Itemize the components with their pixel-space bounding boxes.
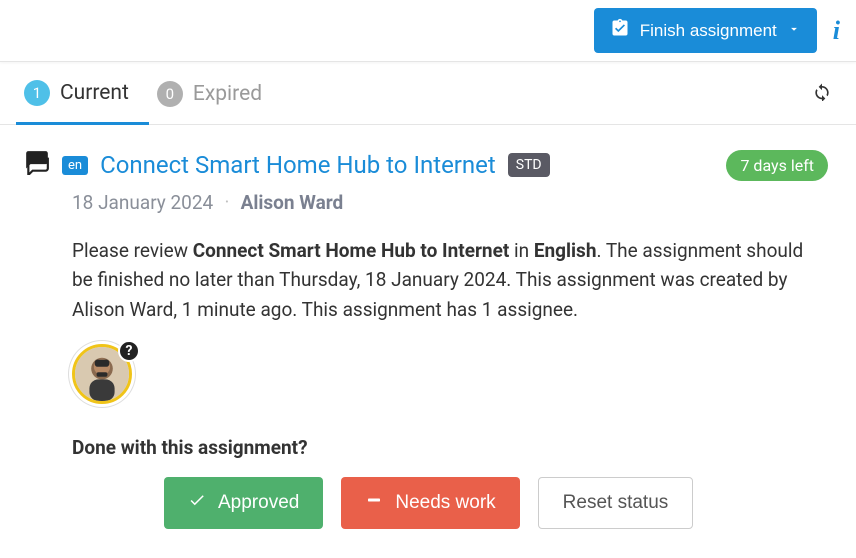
- assignment-title-link[interactable]: Connect Smart Home Hub to Internet: [100, 151, 496, 179]
- minus-icon: [365, 491, 383, 515]
- needs-work-button[interactable]: Needs work: [341, 477, 519, 529]
- card-header-row: en Connect Smart Home Hub to Internet ST…: [24, 149, 828, 181]
- language-chip: en: [62, 156, 88, 175]
- finish-assignment-button[interactable]: Finish assignment: [594, 8, 817, 53]
- tab-expired-count: 0: [157, 81, 183, 107]
- assignment-author: Alison Ward: [241, 191, 344, 214]
- info-icon[interactable]: i: [833, 16, 840, 46]
- tabs: 1 Current 0 Expired: [0, 62, 856, 125]
- desc-in: in: [509, 239, 534, 262]
- reset-status-button[interactable]: Reset status: [538, 477, 694, 529]
- topbar: Finish assignment i: [0, 0, 856, 62]
- finish-assignment-label: Finish assignment: [640, 21, 777, 41]
- days-left-badge: 7 days left: [726, 150, 828, 181]
- question-status-icon: ?: [118, 340, 140, 362]
- std-badge: STD: [508, 153, 550, 177]
- assignment-card: en Connect Smart Home Hub to Internet ST…: [0, 125, 856, 549]
- meta-row: 18 January 2024 • Alison Ward: [72, 191, 828, 214]
- desc-lang: English: [534, 239, 597, 262]
- tab-expired-label: Expired: [193, 82, 262, 106]
- tab-current-count: 1: [24, 80, 50, 106]
- check-icon: [188, 491, 206, 515]
- approved-label: Approved: [218, 492, 299, 514]
- needs-work-label: Needs work: [395, 492, 495, 514]
- tab-current-label: Current: [60, 81, 129, 105]
- separator-dot: •: [225, 197, 228, 208]
- chevron-down-icon: [787, 21, 801, 41]
- refresh-icon[interactable]: [804, 81, 840, 106]
- assignee-avatar[interactable]: ?: [72, 344, 136, 408]
- done-prompt: Done with this assignment?: [72, 436, 828, 459]
- tab-expired[interactable]: 0 Expired: [149, 63, 282, 123]
- tab-current[interactable]: 1 Current: [16, 62, 149, 125]
- action-buttons: Approved Needs work Reset status: [164, 477, 828, 529]
- assignment-date: 18 January 2024: [72, 191, 213, 214]
- approved-button[interactable]: Approved: [164, 477, 323, 529]
- reset-status-label: Reset status: [563, 492, 669, 514]
- assignment-description: Please review Connect Smart Home Hub to …: [72, 236, 812, 324]
- desc-prefix: Please review: [72, 239, 193, 262]
- comments-icon[interactable]: [24, 149, 50, 181]
- clipboard-check-icon: [610, 18, 630, 43]
- desc-title: Connect Smart Home Hub to Internet: [193, 239, 510, 262]
